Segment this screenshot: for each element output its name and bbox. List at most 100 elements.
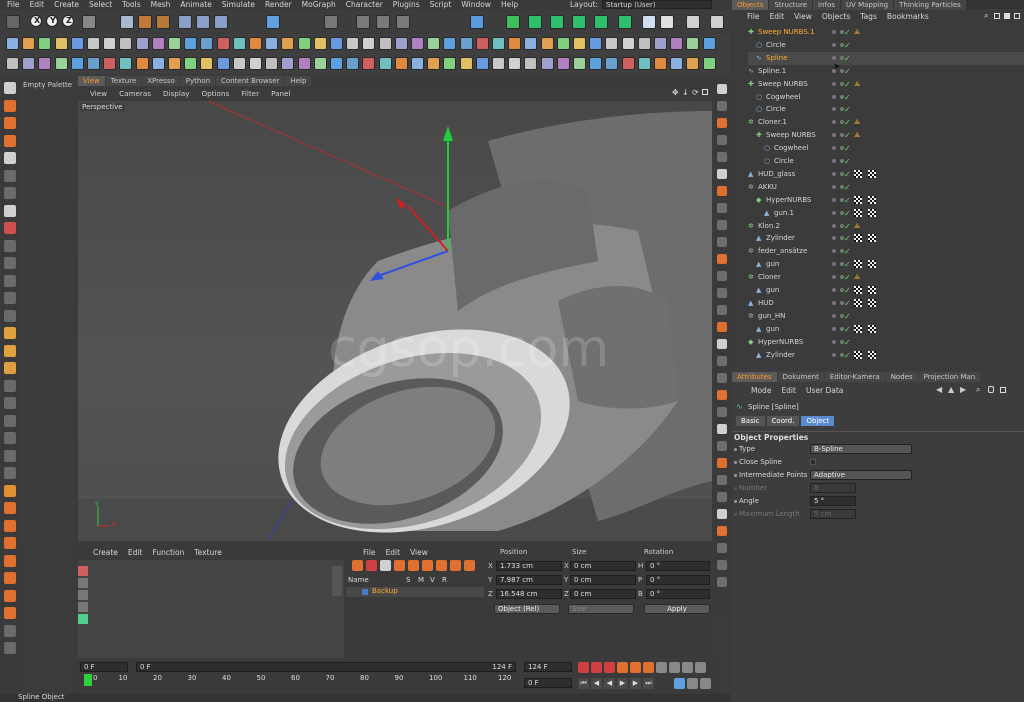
material-tag-icon[interactable] xyxy=(854,286,862,294)
attr-tab-dokument[interactable]: Dokument xyxy=(777,372,824,382)
plugin-tool-button[interactable] xyxy=(168,37,181,50)
material-tool-button[interactable] xyxy=(78,614,88,624)
plugin-tool-button[interactable] xyxy=(119,57,133,70)
left-tool-button[interactable] xyxy=(4,309,16,322)
right-tool-button[interactable] xyxy=(717,186,727,196)
layer-menu-edit[interactable]: Edit xyxy=(381,548,406,558)
prop-value-field[interactable]: Adaptive xyxy=(810,470,912,480)
left-tool-button[interactable] xyxy=(4,257,16,269)
plugin-tool-button[interactable] xyxy=(200,57,214,70)
right-tool-button[interactable] xyxy=(717,373,727,383)
menu-help[interactable]: Help xyxy=(496,0,523,10)
objects-menu-objects[interactable]: Objects xyxy=(817,12,855,22)
material-tool-button[interactable] xyxy=(78,590,88,600)
layer-menu-view[interactable]: View xyxy=(405,548,433,558)
frame-ruler[interactable]: 0 10 20 30 40 50 60 70 80 90 100 110 120 xyxy=(84,674,582,686)
object-row[interactable]: ▲ Zylinder ✓ xyxy=(748,349,1024,362)
right-tool-button[interactable] xyxy=(717,305,727,315)
right-tool-button[interactable] xyxy=(717,254,727,264)
editor-visibility-dot[interactable] xyxy=(832,223,836,228)
plugin-tool-button[interactable] xyxy=(702,37,716,50)
plugin-tool-button[interactable] xyxy=(265,57,279,70)
model-mode-button[interactable] xyxy=(120,15,134,29)
left-tool-button[interactable] xyxy=(4,624,16,637)
gear-button[interactable] xyxy=(710,15,724,29)
left-tool-button[interactable] xyxy=(4,379,16,392)
enable-check-icon[interactable]: ✓ xyxy=(844,310,851,323)
menu-mesh[interactable]: Mesh xyxy=(146,0,176,10)
right-tool-button[interactable] xyxy=(717,339,727,349)
object-row[interactable]: ◆ HyperNURBS ✓ xyxy=(748,336,1024,349)
keyframe-button[interactable] xyxy=(630,662,641,673)
plugin-tool-button[interactable] xyxy=(508,37,522,50)
rotation-b-field[interactable]: 0 ° xyxy=(646,589,710,599)
viewport-menu-cameras[interactable]: Cameras xyxy=(113,88,157,99)
enable-check-icon[interactable]: ✓ xyxy=(844,26,851,39)
start-frame-field[interactable]: 0 F xyxy=(80,662,128,672)
viewport-menu-display[interactable]: Display xyxy=(157,88,196,99)
editor-visibility-dot[interactable] xyxy=(832,159,836,163)
object-row[interactable]: ∿ Spline ✓ xyxy=(748,51,1024,65)
objects-menu-tags[interactable]: Tags xyxy=(855,12,882,22)
editor-visibility-dot[interactable] xyxy=(832,171,836,176)
layer-tool-button[interactable] xyxy=(352,560,363,571)
x-axis-lock-button[interactable]: X xyxy=(30,15,42,27)
world-coord-button[interactable] xyxy=(82,15,96,29)
size-mode-dropdown[interactable]: Size xyxy=(568,604,634,614)
attr-menu-mode[interactable]: Mode xyxy=(746,386,776,396)
object-row[interactable]: ✚ Sweep NURBS ✓ ⟁ xyxy=(748,78,1024,91)
viewport-menu-options[interactable]: Options xyxy=(196,88,236,99)
uv-mode-button[interactable] xyxy=(214,15,228,29)
polygon-mode-button[interactable] xyxy=(196,15,210,29)
material-tag-icon[interactable] xyxy=(854,260,862,269)
object-row[interactable]: ◆ HyperNURBS ✓ xyxy=(748,194,1024,207)
right-tool-button[interactable] xyxy=(717,322,727,332)
plugin-tool-button[interactable] xyxy=(378,57,392,70)
playback-button[interactable]: ◀ xyxy=(591,678,602,689)
playback-button[interactable]: ⏭ xyxy=(643,678,654,689)
object-row[interactable]: ▲ Zylinder ✓ xyxy=(748,232,1024,245)
array-button[interactable] xyxy=(550,15,564,29)
keyframe-button[interactable] xyxy=(578,662,589,673)
enable-check-icon[interactable]: ✓ xyxy=(844,181,851,194)
plugin-tool-button[interactable] xyxy=(637,57,651,70)
viewport-tab-content-browser[interactable]: Content Browser xyxy=(216,76,285,86)
left-tool-button[interactable] xyxy=(4,222,16,234)
objects-tab-uv-mapping[interactable]: UV Mapping xyxy=(840,0,894,10)
size-z-field[interactable]: 0 cm xyxy=(570,589,636,599)
nurbs-button[interactable] xyxy=(528,15,542,29)
right-tool-button[interactable] xyxy=(717,288,727,298)
objects-tab-infos[interactable]: Infos xyxy=(813,0,840,10)
plugin-tool-button[interactable] xyxy=(22,57,36,70)
editor-visibility-dot[interactable] xyxy=(832,133,836,138)
plugin-tool-button[interactable] xyxy=(573,37,586,50)
live-select-button[interactable] xyxy=(266,15,280,29)
left-tool-button[interactable] xyxy=(4,414,16,427)
camera-button[interactable] xyxy=(618,15,632,29)
plugin-tool-button[interactable] xyxy=(605,37,619,50)
plugin-tool-button[interactable] xyxy=(54,57,68,70)
search-icon[interactable]: ⌕ xyxy=(984,11,988,21)
plugin-tool-button[interactable] xyxy=(135,57,149,70)
right-tool-button[interactable] xyxy=(717,237,727,247)
plugin-tool-button[interactable] xyxy=(70,57,84,70)
plugin-tool-button[interactable] xyxy=(670,37,684,50)
attr-tab-attributes[interactable]: Attributes xyxy=(732,372,777,382)
editor-visibility-dot[interactable] xyxy=(832,94,836,99)
left-tool-button[interactable] xyxy=(4,432,16,444)
phong-tag-icon[interactable]: ⟁ xyxy=(854,26,862,36)
menu-tools[interactable]: Tools xyxy=(117,0,145,10)
right-tool-button[interactable] xyxy=(717,118,727,128)
plugin-tool-button[interactable] xyxy=(265,37,279,50)
maximize-view-icon[interactable] xyxy=(702,89,708,95)
home-icon[interactable] xyxy=(994,13,1000,19)
enable-check-icon[interactable]: ✓ xyxy=(844,103,851,116)
left-tool-button[interactable] xyxy=(4,362,16,374)
right-tool-button[interactable] xyxy=(717,271,727,281)
object-row[interactable]: ○ Circle ✓ xyxy=(748,39,1024,52)
plugin-tool-button[interactable] xyxy=(87,57,100,70)
object-row[interactable]: ▲ gun ✓ xyxy=(748,284,1024,297)
right-tool-button[interactable] xyxy=(717,220,727,230)
plugin-tool-button[interactable] xyxy=(313,37,327,50)
lock-icon[interactable] xyxy=(988,386,994,393)
